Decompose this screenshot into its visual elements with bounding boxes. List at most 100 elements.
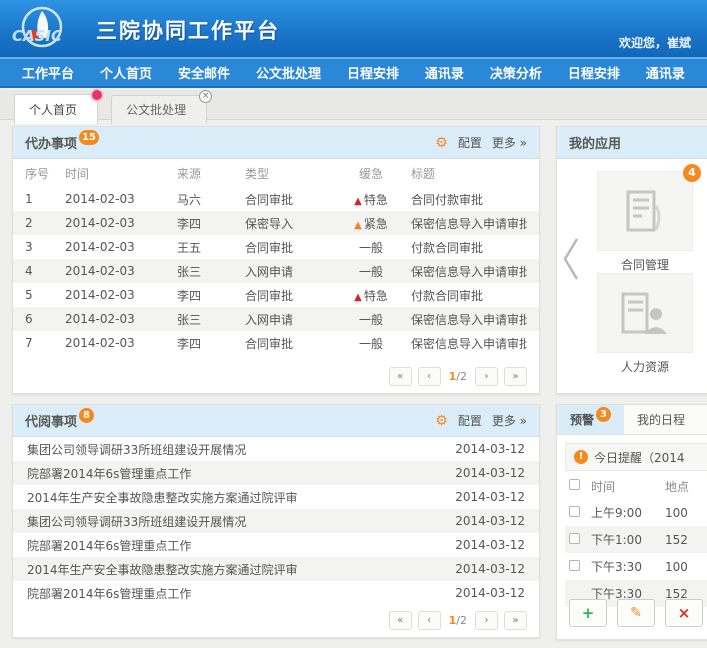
item-date: 2014-03-12 bbox=[455, 538, 525, 552]
col-no: 序号 bbox=[25, 165, 65, 182]
nav-item[interactable]: 通讯录 bbox=[646, 63, 685, 82]
nav-item[interactable]: 公文批处理 bbox=[256, 63, 321, 82]
read-item[interactable]: 院部署2014年6s管理重点工作 2014-03-12 bbox=[13, 461, 539, 485]
first-page-button[interactable]: « bbox=[389, 367, 412, 386]
app-card-hr[interactable]: 人力资源 bbox=[597, 273, 693, 375]
app-label: 合同管理 bbox=[597, 256, 693, 273]
app-count-badge: 4 bbox=[683, 164, 701, 182]
cell-date: 2014-02-03 bbox=[65, 192, 177, 206]
add-button[interactable]: + bbox=[569, 599, 607, 627]
read-item[interactable]: 集团公司领导调研33所班组建设开展情况 2014-03-12 bbox=[13, 509, 539, 533]
schedule-row[interactable]: 下午1:00 152 bbox=[565, 526, 707, 553]
schedule-actions: + ✎ × bbox=[569, 599, 703, 627]
cell-date: 2014-02-03 bbox=[65, 216, 177, 230]
read-pager: « ‹ 1/2 › » bbox=[389, 611, 527, 630]
nav-item[interactable]: 日程安排 bbox=[568, 63, 620, 82]
cell-no: 2 bbox=[25, 216, 65, 230]
select-all-checkbox[interactable] bbox=[569, 479, 580, 490]
screen: CASIC 三院协同工作平台 欢迎您，崔斌 工作平台 个人首页 安全邮件 公文批… bbox=[0, 0, 707, 648]
cell-no: 6 bbox=[25, 312, 65, 326]
cell-date: 2014-02-03 bbox=[65, 336, 177, 350]
cell-place: 100 bbox=[665, 506, 707, 520]
nav-item[interactable]: 工作平台 bbox=[22, 63, 74, 82]
app-card-contract[interactable]: 4 合同管理 bbox=[597, 171, 693, 273]
todo-row[interactable]: 2 2014-02-03 李四 保密导入 ▲紧急 保密信息导入申请审批 bbox=[13, 211, 539, 235]
col-date: 时间 bbox=[65, 165, 177, 182]
schedule-row[interactable]: 上午9:00 100 bbox=[565, 499, 707, 526]
todo-row[interactable]: 7 2014-02-03 李四 合同审批 ▲一般 保密信息导入申请审批 bbox=[13, 331, 539, 355]
todo-row[interactable]: 5 2014-02-03 李四 合同审批 ▲特急 付款合同审批 bbox=[13, 283, 539, 307]
row-checkbox[interactable] bbox=[569, 560, 580, 571]
col-time: 时间 bbox=[591, 478, 665, 495]
tab-doc-batch[interactable]: 公文批处理 × bbox=[111, 95, 207, 124]
row-checkbox[interactable] bbox=[569, 533, 580, 544]
next-page-button[interactable]: › bbox=[475, 367, 498, 386]
row-checkbox[interactable] bbox=[569, 506, 580, 517]
cell-date: 2014-02-03 bbox=[65, 312, 177, 326]
apps-panel-header: 我的应用 bbox=[557, 127, 707, 159]
tab-personal-home[interactable]: 个人首页 bbox=[14, 94, 98, 124]
todo-table-header: 序号 时间 来源 类型 缓急 标题 bbox=[13, 159, 539, 187]
cell-type: 合同审批 bbox=[245, 335, 331, 352]
schedule-table-body: 上午9:00 100 下午1:00 152 下午3:30 100 下午3:30 … bbox=[565, 499, 707, 607]
cell-title: 合同付款审批 bbox=[411, 191, 527, 208]
item-date: 2014-03-12 bbox=[455, 514, 525, 528]
cell-title: 保密信息导入申请审批 bbox=[411, 215, 527, 232]
item-title: 院部署2014年6s管理重点工作 bbox=[27, 537, 447, 554]
cell-source: 李四 bbox=[177, 287, 245, 304]
gear-icon[interactable]: ⚙ bbox=[435, 136, 448, 150]
config-link[interactable]: 配置 bbox=[458, 134, 482, 151]
gear-icon[interactable]: ⚙ bbox=[435, 414, 448, 428]
read-item[interactable]: 集团公司领导调研33所班组建设开展情况 2014-03-12 bbox=[13, 437, 539, 461]
urgency-triangle-icon: ▲ bbox=[354, 292, 362, 303]
delete-icon: × bbox=[678, 604, 691, 622]
cell-urgency: ▲一般 bbox=[331, 335, 411, 352]
carousel-left-arrow[interactable] bbox=[561, 235, 581, 287]
plus-icon: + bbox=[582, 604, 595, 622]
nav-item[interactable]: 安全邮件 bbox=[178, 63, 230, 82]
todo-row[interactable]: 3 2014-02-03 王五 合同审批 ▲一般 付款合同审批 bbox=[13, 235, 539, 259]
config-link[interactable]: 配置 bbox=[458, 412, 482, 429]
todo-pager: « ‹ 1/2 › » bbox=[389, 367, 527, 386]
tab-my-schedule[interactable]: 我的日程 bbox=[624, 405, 698, 434]
todo-row[interactable]: 4 2014-02-03 张三 入网申请 ▲一般 保密信息导入申请审批 bbox=[13, 259, 539, 283]
todo-row[interactable]: 6 2014-02-03 张三 入网申请 ▲一般 保密信息导入申请审批 bbox=[13, 307, 539, 331]
cell-type: 合同审批 bbox=[245, 287, 331, 304]
schedule-row[interactable]: 下午3:30 100 bbox=[565, 553, 707, 580]
nav-item[interactable]: 个人首页 bbox=[100, 63, 152, 82]
next-page-button[interactable]: › bbox=[475, 611, 498, 630]
item-title: 院部署2014年6s管理重点工作 bbox=[27, 465, 447, 482]
read-item[interactable]: 院部署2014年6s管理重点工作 2014-03-12 bbox=[13, 581, 539, 605]
first-page-button[interactable]: « bbox=[389, 611, 412, 630]
edit-button[interactable]: ✎ bbox=[617, 599, 655, 627]
item-title: 院部署2014年6s管理重点工作 bbox=[27, 585, 447, 602]
panel-title: 代阅事项 bbox=[25, 411, 77, 430]
cell-source: 李四 bbox=[177, 335, 245, 352]
read-item[interactable]: 2014年生产安全事故隐患整改实施方案通过院评审 2014-03-12 bbox=[13, 557, 539, 581]
col-urgency: 缓急 bbox=[331, 165, 411, 182]
delete-button[interactable]: × bbox=[665, 599, 703, 627]
tab-close-icon[interactable]: × bbox=[199, 90, 212, 103]
item-title: 2014年生产安全事故隐患整改实施方案通过院评审 bbox=[27, 561, 447, 578]
alerts-count-badge: 3 bbox=[596, 407, 611, 422]
prev-page-button[interactable]: ‹ bbox=[418, 611, 441, 630]
app-iconbox: 4 bbox=[597, 171, 693, 251]
col-type: 类型 bbox=[245, 165, 331, 182]
more-link[interactable]: 更多 » bbox=[492, 134, 527, 151]
item-title: 2014年生产安全事故隐患整改实施方案通过院评审 bbox=[27, 489, 447, 506]
todo-row[interactable]: 1 2014-02-03 马六 合同审批 ▲特急 合同付款审批 bbox=[13, 187, 539, 211]
more-link[interactable]: 更多 » bbox=[492, 412, 527, 429]
cell-urgency: ▲一般 bbox=[331, 263, 411, 280]
prev-page-button[interactable]: ‹ bbox=[418, 367, 441, 386]
read-item[interactable]: 2014年生产安全事故隐患整改实施方案通过院评审 2014-03-12 bbox=[13, 485, 539, 509]
read-panel-header: 代阅事项 8 ⚙ 配置 更多 » bbox=[13, 405, 539, 437]
cell-title: 保密信息导入申请审批 bbox=[411, 263, 527, 280]
nav-item[interactable]: 通讯录 bbox=[425, 63, 464, 82]
cell-date: 2014-02-03 bbox=[65, 288, 177, 302]
read-item[interactable]: 院部署2014年6s管理重点工作 2014-03-12 bbox=[13, 533, 539, 557]
nav-item[interactable]: 决策分析 bbox=[490, 63, 542, 82]
nav-item[interactable]: 日程安排 bbox=[347, 63, 399, 82]
last-page-button[interactable]: » bbox=[504, 367, 527, 386]
last-page-button[interactable]: » bbox=[504, 611, 527, 630]
tab-alerts[interactable]: 预警 3 bbox=[557, 405, 624, 434]
